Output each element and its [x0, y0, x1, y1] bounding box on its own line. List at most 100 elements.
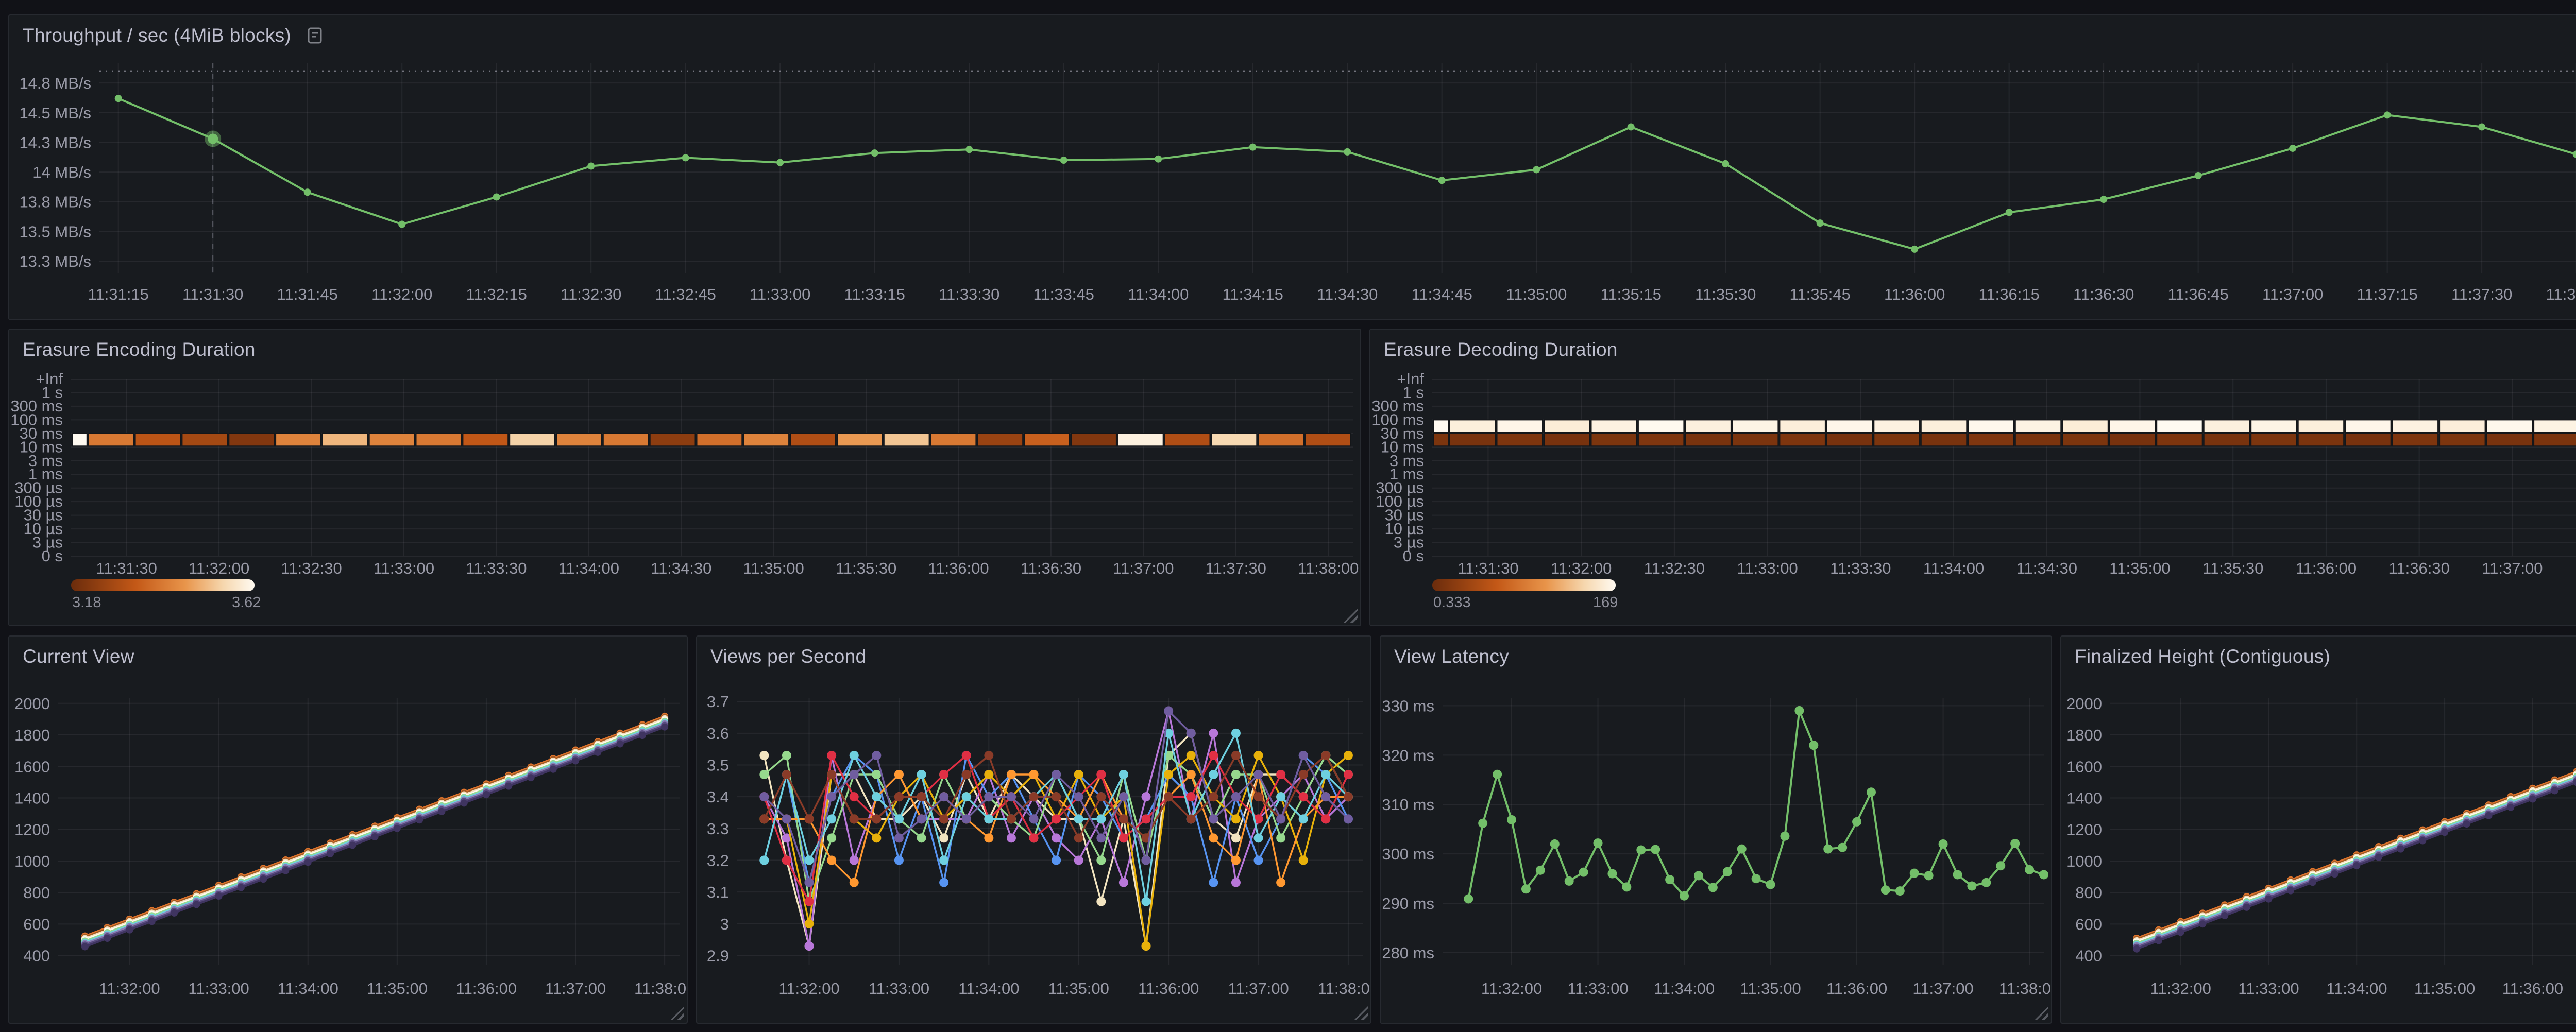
- svg-text:11:32:00: 11:32:00: [778, 979, 839, 997]
- svg-text:11:37:00: 11:37:00: [2262, 285, 2323, 303]
- svg-text:11:35:00: 11:35:00: [1048, 979, 1109, 997]
- color-scale-min: 0.333: [1433, 594, 1471, 611]
- panel-header-current-view[interactable]: Current View: [9, 637, 687, 677]
- svg-text:11:33:30: 11:33:30: [466, 559, 527, 577]
- svg-text:1800: 1800: [2066, 726, 2102, 744]
- panel-title: Views per Second: [710, 646, 866, 667]
- svg-text:11:31:30: 11:31:30: [96, 559, 157, 577]
- svg-text:11:33:00: 11:33:00: [2238, 979, 2299, 997]
- svg-text:11:34:30: 11:34:30: [2016, 559, 2077, 577]
- panel-finalized-height: Finalized Height (Contiguous) 11:32:0011…: [2060, 635, 2576, 1024]
- panel-title: Erasure Encoding Duration: [23, 339, 256, 360]
- finalized-height-chart[interactable]: 11:32:0011:33:0011:34:0011:35:0011:36:00…: [2061, 637, 2576, 1023]
- panel-views-per-second: Views per Second 11:32:0011:33:0011:34:0…: [696, 635, 1371, 1024]
- svg-text:13.8 MB/s: 13.8 MB/s: [19, 193, 91, 211]
- svg-text:11:34:00: 11:34:00: [1654, 979, 1715, 997]
- svg-text:1400: 1400: [2066, 789, 2102, 807]
- svg-text:11:37:00: 11:37:00: [1113, 559, 1174, 577]
- svg-text:3.5: 3.5: [707, 756, 729, 775]
- panel-erasure-encoding: Erasure Encoding Duration 11:31:30 11:32:…: [8, 329, 1361, 626]
- grafana-dashboard: Throughput / sec (4MiB blocks) 11:31:151…: [0, 0, 2576, 1032]
- color-scale-max: 3.62: [232, 594, 261, 611]
- svg-text:800: 800: [23, 884, 50, 902]
- svg-text:11:38:00: 11:38:00: [634, 979, 687, 997]
- view-latency-chart[interactable]: 11:32:0011:33:0011:34:0011:35:0011:36:00…: [1381, 637, 2051, 1023]
- svg-text:600: 600: [23, 915, 50, 933]
- color-scale-min: 3.18: [72, 594, 101, 611]
- svg-text:11:32:00: 11:32:00: [1551, 559, 1612, 577]
- svg-text:3.4: 3.4: [707, 788, 729, 806]
- svg-text:11:38:00: 11:38:00: [1298, 559, 1359, 577]
- encoding-color-scale: 3.18 3.62: [71, 579, 255, 613]
- svg-text:11:36:00: 11:36:00: [2502, 979, 2563, 997]
- svg-text:11:38:00: 11:38:00: [1318, 979, 1370, 997]
- svg-text:14.3 MB/s: 14.3 MB/s: [19, 133, 91, 151]
- svg-text:11:36:00: 11:36:00: [2296, 559, 2357, 577]
- svg-text:11:38:00: 11:38:00: [1999, 979, 2051, 997]
- svg-text:600: 600: [2075, 915, 2102, 933]
- svg-text:11:37:30: 11:37:30: [2451, 285, 2512, 303]
- svg-text:11:36:00: 11:36:00: [1138, 979, 1199, 997]
- svg-text:11:35:00: 11:35:00: [1740, 979, 1801, 997]
- panel-header-encoding[interactable]: Erasure Encoding Duration: [9, 330, 1360, 370]
- svg-text:11:33:30: 11:33:30: [1830, 559, 1891, 577]
- panel-header-view-latency[interactable]: View Latency: [1381, 637, 2051, 677]
- svg-text:1400: 1400: [14, 789, 50, 807]
- views-per-second-chart[interactable]: 11:32:0011:33:0011:34:0011:35:0011:36:00…: [697, 637, 1370, 1023]
- svg-text:1000: 1000: [2066, 852, 2102, 870]
- panel-header-throughput[interactable]: Throughput / sec (4MiB blocks): [9, 15, 2576, 56]
- svg-text:11:32:30: 11:32:30: [281, 559, 342, 577]
- svg-text:11:34:00: 11:34:00: [558, 559, 619, 577]
- svg-text:11:33:00: 11:33:00: [1737, 559, 1798, 577]
- panel-title: Erasure Decoding Duration: [1384, 339, 1618, 360]
- panel-description-icon[interactable]: [306, 26, 324, 45]
- svg-text:1600: 1600: [14, 758, 50, 776]
- svg-text:280 ms: 280 ms: [1382, 944, 1434, 962]
- svg-text:11:35:00: 11:35:00: [743, 559, 804, 577]
- svg-text:1800: 1800: [14, 726, 50, 744]
- svg-text:11:33:00: 11:33:00: [750, 285, 810, 303]
- panel-erasure-decoding: Erasure Decoding Duration 11:31:3011:32:…: [1369, 329, 2576, 626]
- svg-text:1200: 1200: [14, 821, 50, 839]
- panel-title: View Latency: [1394, 646, 1509, 667]
- svg-text:11:32:30: 11:32:30: [1644, 559, 1705, 577]
- svg-text:13.5 MB/s: 13.5 MB/s: [19, 222, 91, 240]
- color-scale-gradient: [1432, 579, 1616, 591]
- svg-text:0 s: 0 s: [1403, 547, 1424, 565]
- svg-text:3.6: 3.6: [707, 725, 729, 743]
- svg-text:11:37:45: 11:37:45: [2546, 285, 2576, 303]
- svg-text:400: 400: [23, 947, 50, 965]
- svg-text:14 MB/s: 14 MB/s: [32, 163, 91, 181]
- svg-text:11:35:30: 11:35:30: [2202, 559, 2263, 577]
- svg-text:3.1: 3.1: [707, 883, 729, 901]
- svg-text:400: 400: [2075, 947, 2102, 965]
- svg-text:320 ms: 320 ms: [1382, 746, 1434, 764]
- svg-text:11:31:45: 11:31:45: [277, 285, 338, 303]
- panel-header-finalized-height[interactable]: Finalized Height (Contiguous): [2061, 637, 2576, 677]
- svg-text:11:33:00: 11:33:00: [188, 979, 249, 997]
- current-view-chart[interactable]: 11:32:0011:33:0011:34:0011:35:0011:36:00…: [9, 637, 687, 1023]
- svg-text:0 s: 0 s: [42, 547, 63, 565]
- svg-text:11:37:00: 11:37:00: [1228, 979, 1289, 997]
- panel-header-views-per-second[interactable]: Views per Second: [697, 637, 1370, 677]
- svg-text:11:35:00: 11:35:00: [367, 979, 428, 997]
- svg-text:300 ms: 300 ms: [1382, 845, 1434, 863]
- svg-text:11:34:45: 11:34:45: [1411, 285, 1472, 303]
- svg-text:3: 3: [720, 915, 729, 933]
- decoding-color-scale: 0.333 169: [1432, 579, 1616, 613]
- svg-text:3.3: 3.3: [707, 820, 729, 838]
- svg-text:330 ms: 330 ms: [1382, 697, 1434, 715]
- svg-text:11:36:00: 11:36:00: [1826, 979, 1887, 997]
- svg-text:11:36:30: 11:36:30: [2073, 285, 2134, 303]
- svg-text:11:36:30: 11:36:30: [2388, 559, 2449, 577]
- svg-text:11:35:00: 11:35:00: [1506, 285, 1567, 303]
- svg-text:11:35:00: 11:35:00: [2109, 559, 2170, 577]
- throughput-chart[interactable]: 11:31:1511:31:3011:31:4511:32:0011:32:15…: [9, 15, 2576, 319]
- svg-text:11:33:00: 11:33:00: [374, 559, 434, 577]
- svg-text:11:36:15: 11:36:15: [1978, 285, 2039, 303]
- svg-text:11:34:30: 11:34:30: [1317, 285, 1378, 303]
- svg-text:2000: 2000: [14, 695, 50, 713]
- svg-text:11:34:30: 11:34:30: [651, 559, 711, 577]
- svg-text:310 ms: 310 ms: [1382, 796, 1434, 814]
- panel-header-decoding[interactable]: Erasure Decoding Duration: [1370, 330, 2576, 370]
